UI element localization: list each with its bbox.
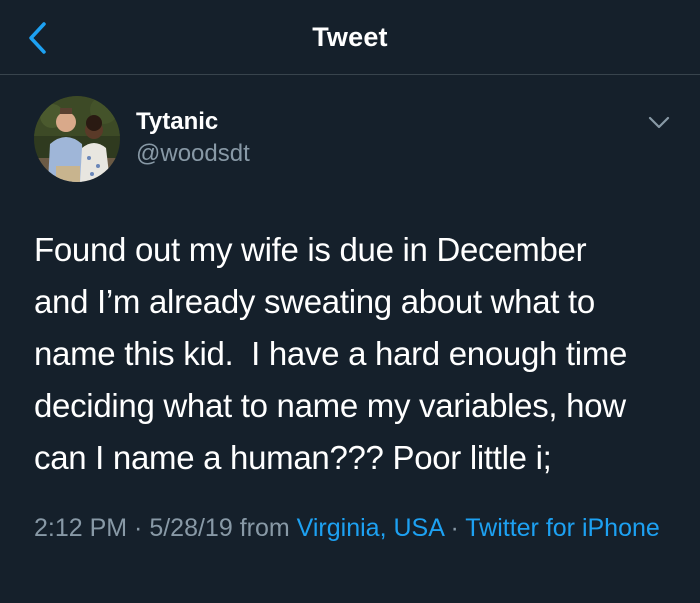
user-handle[interactable]: @woodsdt bbox=[136, 140, 250, 168]
tweet-date: 5/28/19 bbox=[149, 514, 233, 542]
location-link[interactable]: Virginia, USA bbox=[297, 514, 444, 542]
page-title: Tweet bbox=[312, 22, 388, 52]
separator: · bbox=[127, 514, 150, 542]
top-bar: Tweet bbox=[0, 0, 700, 75]
source-link[interactable]: Twitter for iPhone bbox=[465, 514, 660, 542]
tweet-menu-button[interactable] bbox=[646, 112, 672, 132]
tweet-meta: 2:12 PM · 5/28/19 from Virginia, USA · T… bbox=[34, 510, 674, 546]
from-label: from bbox=[232, 514, 297, 542]
tweet-text: Found out my wife is due in December and… bbox=[34, 231, 628, 476]
separator: · bbox=[443, 514, 466, 542]
avatar[interactable] bbox=[34, 96, 120, 182]
display-name[interactable]: Tytanic bbox=[136, 108, 218, 136]
tweet-author: Tytanic @woodsdt bbox=[34, 96, 674, 186]
tweet-time: 2:12 PM bbox=[34, 514, 128, 542]
chevron-down-icon bbox=[648, 116, 670, 129]
